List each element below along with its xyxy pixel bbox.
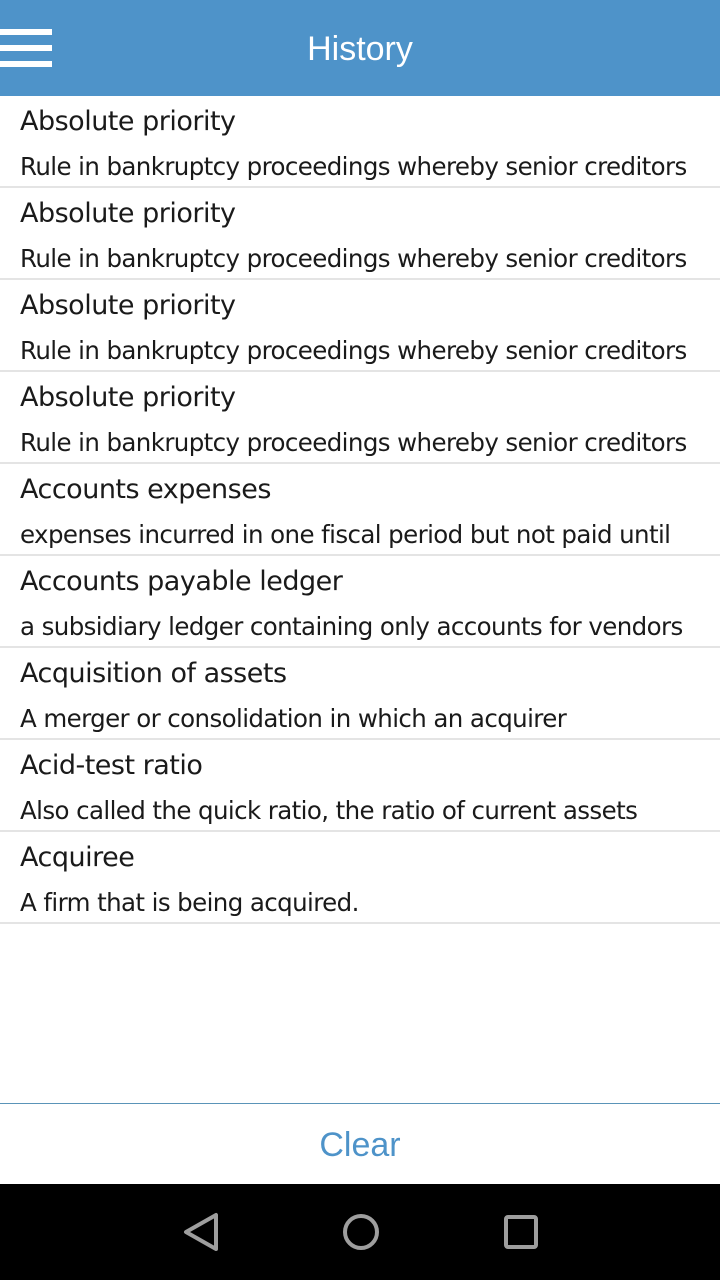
- system-navigation-bar: [0, 1184, 720, 1280]
- history-item-term: Accounts expenses: [20, 474, 271, 505]
- history-item-term: Acquisition of assets: [20, 658, 287, 689]
- history-item-term: Absolute priority: [20, 198, 236, 229]
- home-button[interactable]: [331, 1204, 391, 1260]
- history-item[interactable]: Acquisition of assets A merger or consol…: [0, 648, 720, 740]
- recents-square-icon: [504, 1215, 538, 1249]
- history-item-term: Absolute priority: [20, 382, 236, 413]
- history-item[interactable]: Accounts expenses expenses incurred in o…: [0, 464, 720, 556]
- history-item-term: Accounts payable ledger: [20, 566, 343, 597]
- history-item-term: Acid-test ratio: [20, 750, 203, 781]
- history-item-definition: a subsidiary ledger containing only acco…: [20, 612, 683, 641]
- history-item[interactable]: Absolute priority Rule in bankruptcy pro…: [0, 280, 720, 372]
- history-item-term: Acquiree: [20, 842, 135, 873]
- history-item-definition: Also called the quick ratio, the ratio o…: [20, 796, 638, 825]
- history-item-term: Absolute priority: [20, 106, 236, 137]
- history-item[interactable]: Absolute priority Rule in bankruptcy pro…: [0, 96, 720, 188]
- history-item-definition: A firm that is being acquired.: [20, 888, 359, 917]
- history-list: Absolute priority Rule in bankruptcy pro…: [0, 96, 720, 924]
- page-title: History: [307, 30, 413, 68]
- history-item[interactable]: Absolute priority Rule in bankruptcy pro…: [0, 188, 720, 280]
- history-item-definition: expenses incurred in one fiscal period b…: [20, 520, 671, 549]
- history-item[interactable]: Acid-test ratio Also called the quick ra…: [0, 740, 720, 832]
- history-item-definition: Rule in bankruptcy proceedings whereby s…: [20, 152, 687, 181]
- history-item-term: Absolute priority: [20, 290, 236, 321]
- app-header: History: [0, 0, 720, 96]
- history-item[interactable]: Accounts payable ledger a subsidiary led…: [0, 556, 720, 648]
- history-item-definition: A merger or consolidation in which an ac…: [20, 704, 567, 733]
- history-item-definition: Rule in bankruptcy proceedings whereby s…: [20, 428, 687, 457]
- clear-history-button[interactable]: Clear: [0, 1104, 720, 1184]
- back-button[interactable]: [172, 1204, 232, 1260]
- history-item-definition: Rule in bankruptcy proceedings whereby s…: [20, 244, 687, 273]
- back-triangle-icon: [184, 1213, 218, 1251]
- history-item[interactable]: Absolute priority Rule in bankruptcy pro…: [0, 372, 720, 464]
- history-item[interactable]: Acquiree A firm that is being acquired.: [0, 832, 720, 924]
- recents-button[interactable]: [491, 1204, 551, 1260]
- home-circle-icon: [343, 1214, 379, 1250]
- history-item-definition: Rule in bankruptcy proceedings whereby s…: [20, 336, 687, 365]
